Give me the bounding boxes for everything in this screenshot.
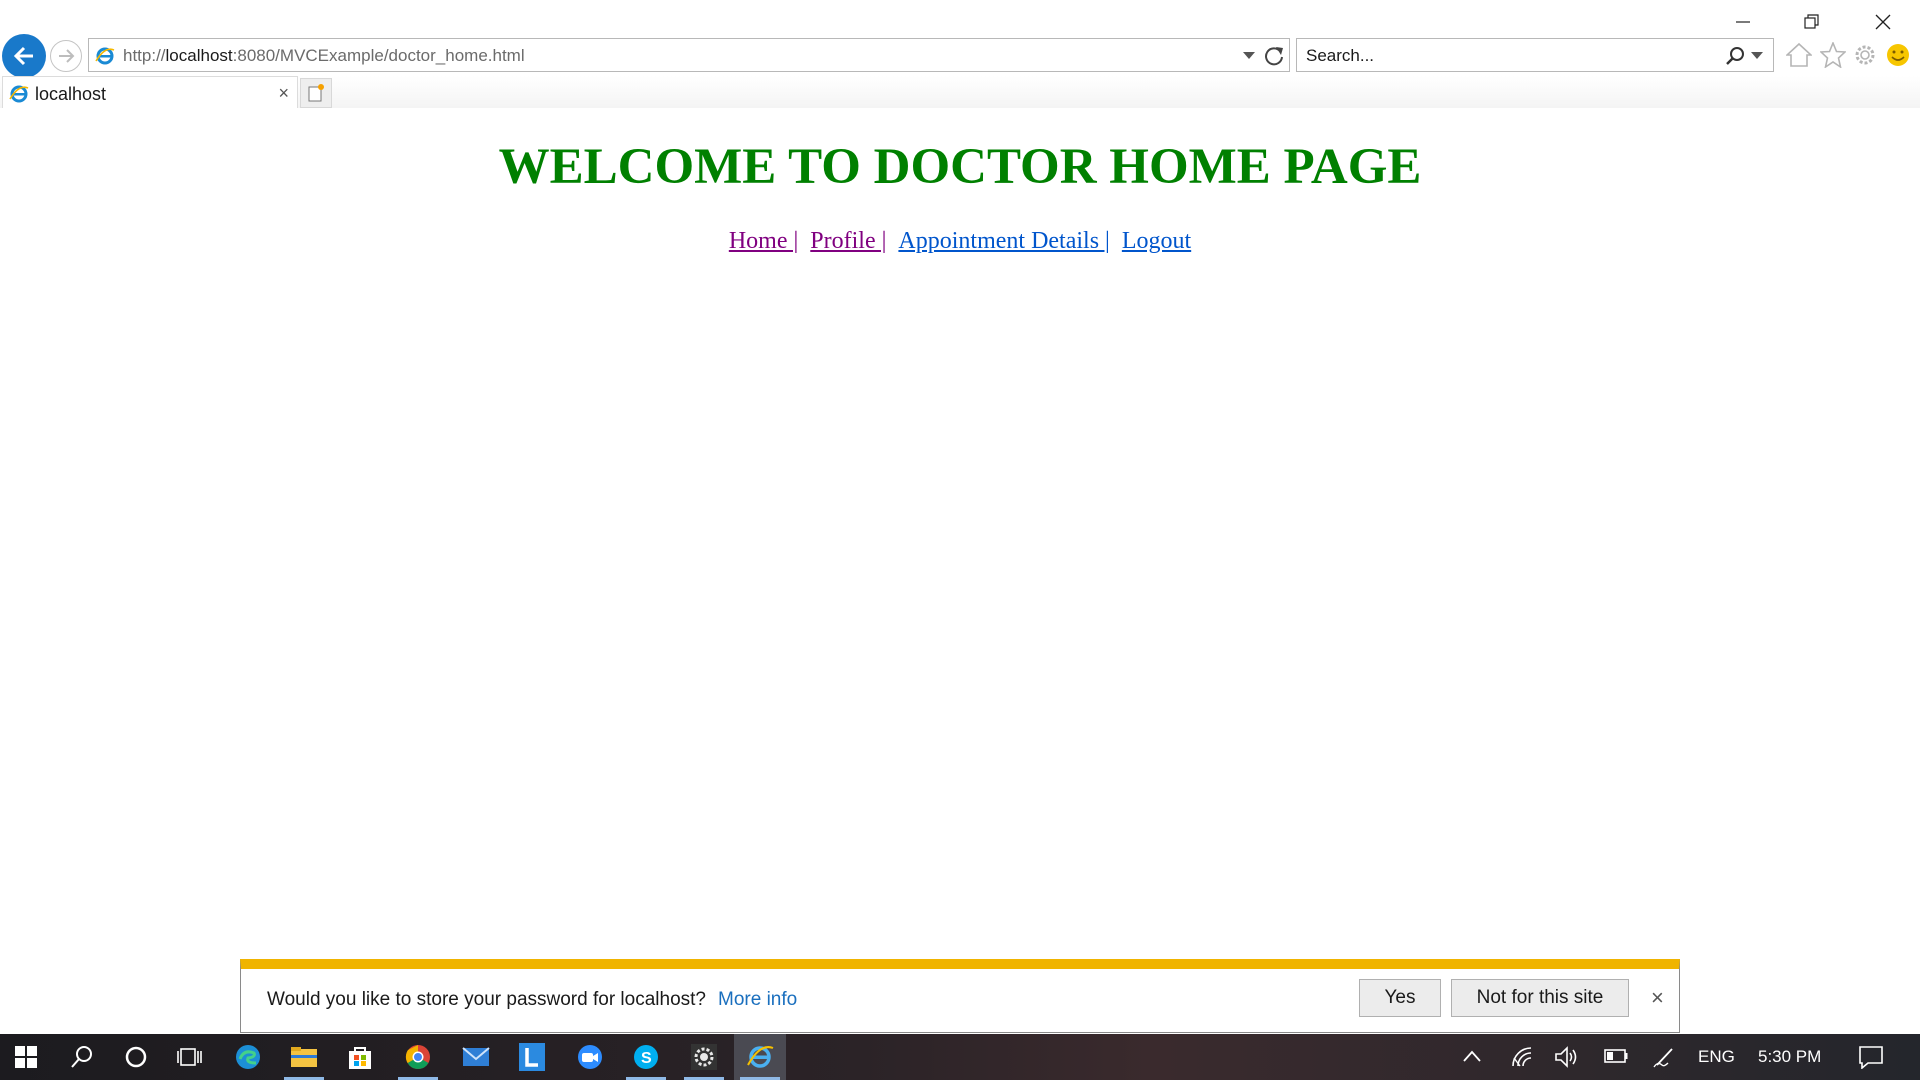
close-window-button[interactable] xyxy=(1860,8,1906,36)
zoom-app[interactable] xyxy=(564,1034,616,1080)
task-view-button[interactable] xyxy=(164,1034,216,1080)
cortana-icon xyxy=(125,1046,147,1068)
url-scheme: http:// xyxy=(123,46,166,65)
skype-icon: S xyxy=(634,1045,658,1069)
forward-button[interactable] xyxy=(50,40,82,72)
ie-page-icon xyxy=(9,85,29,103)
url-host: localhost xyxy=(165,46,233,65)
internet-explorer-app[interactable] xyxy=(734,1034,786,1080)
pen-icon[interactable] xyxy=(1652,1045,1676,1069)
notification-message: Would you like to store your password fo… xyxy=(267,989,706,1010)
save-password-notification: Would you like to store your password fo… xyxy=(240,959,1680,1033)
chevron-down-icon[interactable] xyxy=(1243,52,1255,60)
settings-gear-icon xyxy=(691,1044,717,1070)
wifi-icon[interactable] xyxy=(1510,1045,1534,1069)
more-info-link[interactable]: More info xyxy=(718,989,797,1011)
gear-icon[interactable] xyxy=(1852,42,1878,68)
minimize-icon xyxy=(1736,21,1750,23)
store-app[interactable] xyxy=(334,1034,386,1080)
nav-profile-link[interactable]: Profile | xyxy=(810,228,886,254)
page-title: WELCOME TO DOCTOR HOME PAGE xyxy=(498,139,1422,195)
taskbar: S ENG 5:30 PM xyxy=(0,1034,1920,1080)
cortana-button[interactable] xyxy=(110,1034,162,1080)
browser-chrome: http://localhost:8080/MVCExample/doctor_… xyxy=(0,0,1920,108)
tab-label: localhost xyxy=(35,84,107,104)
ie-page-icon xyxy=(95,47,115,65)
windows-logo-icon xyxy=(15,1046,37,1068)
language-indicator[interactable]: ENG xyxy=(1698,1047,1735,1067)
home-icon[interactable] xyxy=(1786,42,1812,68)
edge-app[interactable] xyxy=(222,1034,274,1080)
restore-button[interactable] xyxy=(1789,8,1835,36)
nav-logout-link[interactable]: Logout xyxy=(1122,228,1191,254)
address-url[interactable]: http://localhost:8080/MVCExample/doctor_… xyxy=(123,46,525,66)
url-path: :8080/MVCExample/doctor_home.html xyxy=(232,46,525,65)
favorites-star-icon[interactable] xyxy=(1820,42,1846,68)
zoom-video-icon xyxy=(578,1045,602,1069)
page-nav: Home | Profile | Appointment Details | L… xyxy=(0,228,1920,255)
mail-app[interactable] xyxy=(450,1034,502,1080)
edge-icon xyxy=(236,1045,260,1069)
new-tab-icon xyxy=(308,84,324,102)
action-center-icon[interactable] xyxy=(1858,1045,1884,1069)
chrome-app[interactable] xyxy=(392,1034,444,1080)
nav-home-link[interactable]: Home | xyxy=(729,228,798,254)
search-placeholder: Search... xyxy=(1306,46,1375,65)
arrow-right-icon xyxy=(59,49,75,63)
settings-app[interactable] xyxy=(678,1034,730,1080)
store-bag-icon xyxy=(349,1047,371,1069)
arrow-left-icon xyxy=(13,46,33,66)
tab-strip: localhost × xyxy=(0,76,1920,108)
chrome-icon xyxy=(405,1045,430,1070)
back-button[interactable] xyxy=(2,34,46,78)
l-app[interactable] xyxy=(506,1034,558,1080)
ie-icon xyxy=(747,1046,774,1068)
taskbar-search-button[interactable] xyxy=(56,1034,108,1080)
chevron-up-icon[interactable] xyxy=(1462,1049,1482,1063)
feedback-smiley-icon[interactable] xyxy=(1885,42,1911,68)
task-view-icon xyxy=(177,1048,202,1066)
skype-app[interactable]: S xyxy=(620,1034,672,1080)
clock[interactable]: 5:30 PM xyxy=(1758,1047,1821,1067)
mail-icon xyxy=(462,1047,490,1066)
refresh-icon[interactable] xyxy=(1263,45,1285,67)
restore-icon xyxy=(1804,14,1819,29)
search-icon[interactable] xyxy=(1725,46,1745,66)
minimize-button[interactable] xyxy=(1720,8,1766,36)
nav-appointment-details-link[interactable]: Appointment Details | xyxy=(898,228,1109,254)
not-for-this-site-button[interactable]: Not for this site xyxy=(1451,979,1629,1017)
battery-icon[interactable] xyxy=(1604,1049,1628,1063)
tab-close-button[interactable]: × xyxy=(278,83,289,104)
volume-icon[interactable] xyxy=(1554,1045,1580,1069)
file-explorer-app[interactable] xyxy=(278,1034,330,1080)
start-button[interactable] xyxy=(0,1034,52,1080)
svg-text:S: S xyxy=(641,1050,652,1067)
tab-localhost[interactable]: localhost × xyxy=(2,76,298,108)
address-bar[interactable]: http://localhost:8080/MVCExample/doctor_… xyxy=(88,38,1290,72)
search-icon xyxy=(71,1046,92,1068)
yes-button[interactable]: Yes xyxy=(1359,979,1441,1017)
folder-icon xyxy=(291,1047,317,1067)
close-icon xyxy=(1875,14,1891,30)
new-tab-button[interactable] xyxy=(300,78,332,108)
search-box[interactable]: Search... xyxy=(1296,38,1774,72)
l-app-icon xyxy=(519,1043,545,1071)
notification-close-button[interactable]: × xyxy=(1651,985,1664,1011)
chevron-down-icon[interactable] xyxy=(1751,52,1763,60)
